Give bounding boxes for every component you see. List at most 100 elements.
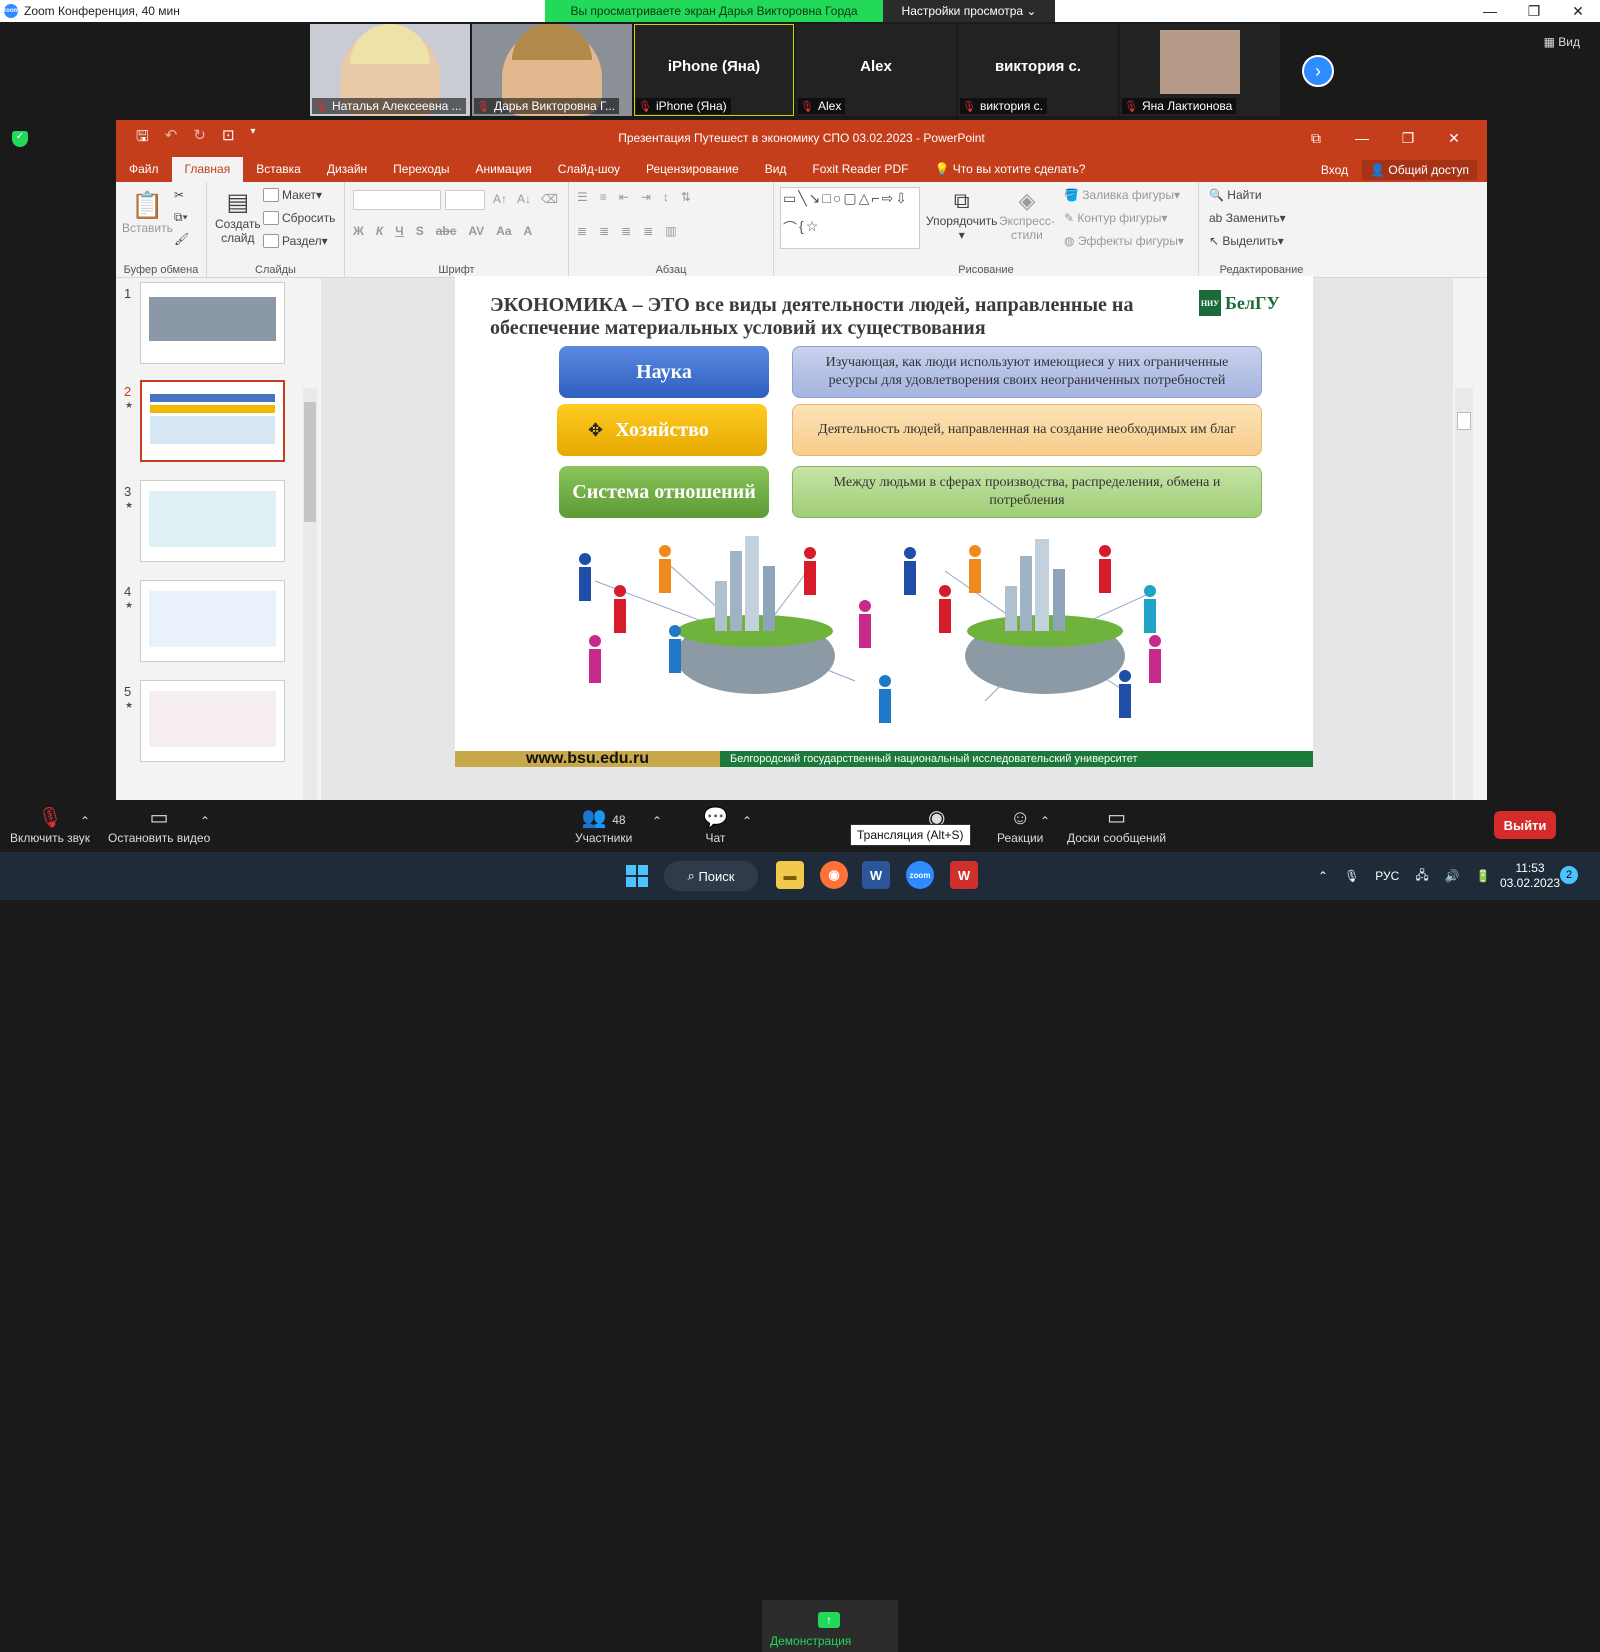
audio-options-chevron-icon[interactable]: ⌃ (80, 814, 90, 828)
paste-button[interactable]: 📋 Вставить (122, 190, 173, 235)
minimize-button[interactable]: — (1468, 0, 1512, 22)
slideshow-start-icon[interactable]: ⊡ (222, 126, 235, 151)
ppt-restore-button[interactable]: ❐ (1385, 130, 1431, 147)
windows-start-icon[interactable] (626, 865, 648, 887)
ribbon-display-icon[interactable]: ⧉ (1293, 130, 1339, 147)
tab-file[interactable]: Файл (116, 157, 172, 182)
slide-thumbnail[interactable] (140, 580, 285, 662)
line-spacing-icon[interactable]: ↕ (663, 190, 669, 204)
tab-transitions[interactable]: Переходы (380, 157, 462, 182)
reset-button[interactable]: Сбросить (263, 211, 335, 225)
copy-icon[interactable]: ⧉▾ (174, 210, 188, 225)
firefox-icon[interactable]: ◉ (820, 861, 848, 889)
reactions-button[interactable]: ☺ Реакции (997, 805, 1043, 845)
tab-insert[interactable]: Вставка (243, 157, 314, 182)
select-button[interactable]: ↖ Выделить ▾ (1209, 234, 1284, 248)
quick-styles-button[interactable]: ◈ Экспресс-стили (999, 188, 1055, 242)
shape-fill-button[interactable]: 🪣 Заливка фигуры ▾ (1064, 188, 1180, 202)
numbering-icon[interactable]: ≡ (600, 190, 607, 204)
section-button[interactable]: Раздел ▾ (263, 234, 328, 248)
participants-chevron-icon[interactable]: ⌃ (652, 814, 662, 828)
slide-thumbnail[interactable] (140, 380, 285, 462)
clear-format-icon[interactable]: ⌫ (541, 192, 558, 206)
rounded-rect-shape-icon[interactable]: ▢ (843, 190, 856, 207)
tab-design[interactable]: Дизайн (314, 157, 380, 182)
undo-icon[interactable]: ↶ (165, 126, 178, 151)
view-settings-button[interactable]: Настройки просмотра ⌄ (883, 0, 1055, 22)
shrink-font-icon[interactable]: A↓ (517, 192, 531, 206)
right-arrow-shape-icon[interactable]: ⇨ (882, 190, 894, 207)
line-shape-icon[interactable]: ╲ (798, 190, 806, 207)
view-button[interactable]: ▦ Вид (1544, 35, 1580, 49)
align-center-icon[interactable]: ≣ (599, 224, 609, 238)
align-left-icon[interactable]: ≣ (577, 224, 587, 238)
font-family-select[interactable] (353, 190, 441, 210)
find-button[interactable]: 🔍 Найти (1209, 188, 1262, 202)
participants-button[interactable]: 👥 48 Участники (575, 805, 632, 845)
participant-tile[interactable]: виктория с. 🎙 виктория с. (958, 24, 1118, 116)
clock[interactable]: 11:53 03.02.2023 (1500, 852, 1560, 900)
tab-animations[interactable]: Анимация (462, 157, 544, 182)
whiteboards-button[interactable]: ▭ Доски сообщений (1067, 805, 1166, 845)
tab-review[interactable]: Рецензирование (633, 157, 752, 182)
redo-icon[interactable]: ↻ (193, 126, 206, 151)
participant-tile[interactable]: 🎙 Дарья Викторовна Г... (472, 24, 632, 116)
tab-home[interactable]: Главная (171, 157, 244, 182)
grow-font-icon[interactable]: A↑ (493, 192, 507, 206)
bullets-icon[interactable]: ☰ (577, 190, 588, 204)
decrease-indent-icon[interactable]: ⇤ (619, 190, 629, 204)
case-icon[interactable]: Aa (496, 224, 511, 238)
unmute-button[interactable]: 🎙 Включить звук (10, 805, 90, 845)
columns-icon[interactable]: ▥ (665, 224, 676, 238)
language-indicator[interactable]: РУС (1375, 869, 1399, 883)
arrow-shape-icon[interactable]: ↘ (809, 190, 821, 207)
down-arrow-shape-icon[interactable]: ⇩ (895, 190, 907, 207)
triangle-shape-icon[interactable]: △ (859, 190, 870, 207)
curve-shape-icon[interactable]: ⌒ (783, 218, 797, 238)
text-direction-icon[interactable]: ⇅ (681, 190, 691, 204)
shadow-icon[interactable]: S (416, 224, 424, 238)
leave-button[interactable]: Выйти (1494, 811, 1556, 839)
ppt-close-button[interactable]: ✕ (1431, 130, 1477, 147)
strikethrough-icon[interactable]: abc (436, 224, 457, 238)
signin-link[interactable]: Вход (1321, 163, 1348, 177)
shapes-gallery[interactable]: ▭ ╲ ↘ □ ○ ▢ △ ⌐ ⇨ ⇩ ⌒{☆ (780, 187, 920, 249)
thumbnails-scrollbar[interactable] (303, 388, 317, 800)
bold-icon[interactable]: Ж (353, 224, 364, 238)
participant-tile[interactable]: Alex 🎙 Alex (796, 24, 956, 116)
increase-indent-icon[interactable]: ⇥ (641, 190, 651, 204)
taskbar-search[interactable]: ⌕ Поиск (664, 861, 758, 891)
security-shield-icon[interactable]: ✓ (12, 131, 28, 147)
tray-chevron-icon[interactable]: ⌃ (1318, 869, 1328, 883)
notification-badge[interactable]: 2 (1560, 866, 1578, 884)
star-shape-icon[interactable]: ☆ (806, 218, 819, 235)
underline-icon[interactable]: Ч (395, 224, 403, 238)
close-button[interactable]: ✕ (1556, 0, 1600, 22)
slide-thumbnail[interactable] (140, 680, 285, 762)
battery-icon[interactable]: 🔋 (1476, 869, 1491, 883)
slide-thumbnail[interactable] (140, 480, 285, 562)
tab-slideshow[interactable]: Слайд-шоу (545, 157, 633, 182)
wps-icon[interactable]: W (950, 861, 978, 889)
participant-tile[interactable]: iPhone (Яна) 🎙 iPhone (Яна) (634, 24, 794, 116)
network-icon[interactable]: 🖧 (1415, 866, 1428, 887)
save-icon[interactable]: 🖫 (136, 126, 149, 151)
align-right-icon[interactable]: ≣ (621, 224, 631, 238)
stop-video-button[interactable]: ▭ Остановить видео (108, 805, 210, 845)
gallery-next-icon[interactable]: › (1302, 55, 1334, 87)
shape-effects-button[interactable]: ◍ Эффекты фигуры ▾ (1064, 234, 1184, 248)
file-explorer-icon[interactable]: ▬ (776, 861, 804, 889)
restore-button[interactable]: ❐ (1512, 0, 1556, 22)
participant-tile[interactable]: 🎙 Наталья Алексеевна ... (310, 24, 470, 116)
chat-button[interactable]: 💬 Чат (703, 805, 728, 845)
font-color-icon[interactable]: A (524, 224, 533, 238)
connector-shape-icon[interactable]: ⌐ (871, 190, 879, 206)
shape-outline-button[interactable]: ✎ Контур фигуры ▾ (1064, 211, 1167, 225)
volume-icon[interactable]: 🔊 (1445, 869, 1460, 883)
slide-scrollbar[interactable] (1455, 388, 1473, 800)
video-options-chevron-icon[interactable]: ⌃ (200, 814, 210, 828)
chat-chevron-icon[interactable]: ⌃ (742, 814, 752, 828)
tab-view[interactable]: Вид (752, 157, 800, 182)
font-size-select[interactable] (445, 190, 485, 210)
layout-button[interactable]: Макет ▾ (263, 188, 322, 202)
